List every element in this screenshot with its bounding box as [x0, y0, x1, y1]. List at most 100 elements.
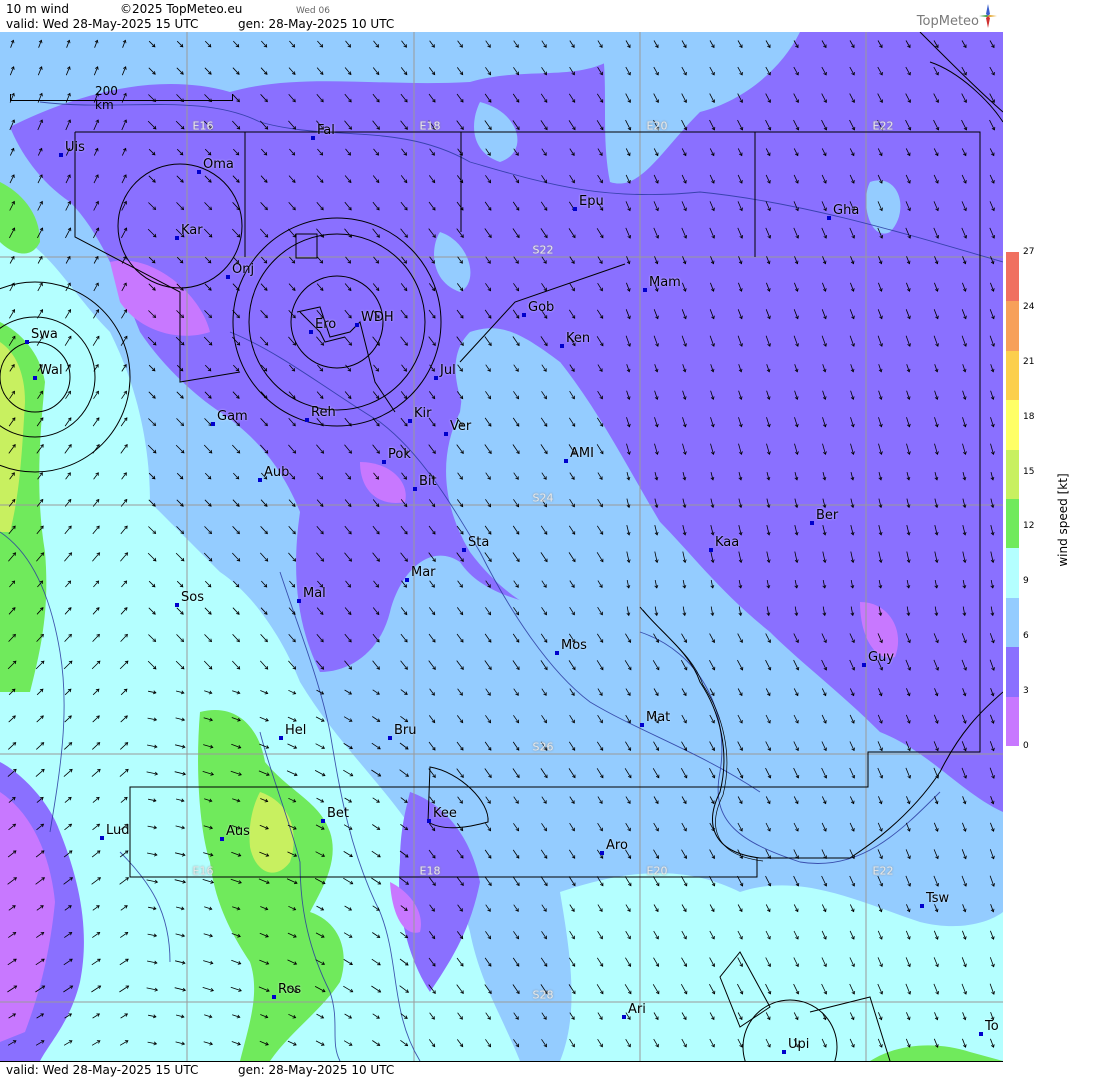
wind-map[interactable]: 200 km E16 E18 E20 E22 E16 E18 E20 E22 S22 S24 S26…: [0, 32, 1004, 1061]
color-bar-segment: [1006, 647, 1019, 698]
city-marker: [560, 344, 564, 348]
day-code: Wed 06: [296, 6, 330, 16]
city-label: Lud: [106, 823, 130, 838]
city-marker: [175, 603, 179, 607]
city-label: Jul: [440, 363, 456, 378]
city-marker: [434, 376, 438, 380]
city-label: Mos: [561, 638, 587, 653]
color-bar: [1006, 252, 1019, 747]
city-label: Pok: [388, 447, 411, 462]
city-label: Gam: [217, 409, 248, 424]
city-marker: [258, 478, 262, 482]
wind-speed-field: [0, 32, 1003, 1061]
color-bar-segment: [1006, 696, 1019, 747]
legend-title: wind speed [kt]: [1056, 473, 1070, 567]
compass-icon: [979, 4, 997, 28]
generated-time: gen: 28-May-2025 10 UTC: [238, 17, 395, 31]
city-marker: [920, 904, 924, 908]
city-label: Ros: [278, 982, 302, 997]
city-marker: [827, 216, 831, 220]
legend-tick-label: 9: [1023, 576, 1029, 587]
product-title: 10 m wind: [6, 2, 69, 16]
city-marker: [309, 330, 313, 334]
legend-tick-label: 21: [1023, 356, 1035, 367]
color-bar-segment: [1006, 400, 1019, 451]
longitude-label: E16: [192, 119, 214, 133]
city-marker: [622, 1015, 626, 1019]
city-label: Ver: [450, 419, 472, 434]
map-footer: valid: Wed 28-May-2025 15 UTC gen: 28-Ma…: [0, 1061, 1003, 1078]
city-label: Mat: [646, 710, 671, 725]
city-marker: [643, 288, 647, 292]
city-marker: [197, 170, 201, 174]
city-label: Guy: [868, 650, 895, 665]
city-marker: [640, 723, 644, 727]
color-bar-segment: [1006, 301, 1019, 352]
legend-tick-label: 3: [1023, 686, 1029, 697]
city-label: Bet: [327, 806, 350, 821]
copyright: ©2025 TopMeteo.eu: [120, 2, 243, 16]
color-bar-segment: [1006, 499, 1019, 549]
scale-label: 200 km: [95, 84, 118, 112]
latitude-label: S22: [532, 243, 554, 257]
city-marker: [321, 819, 325, 823]
longitude-label: E16: [192, 864, 214, 878]
city-label: Bit: [419, 474, 437, 489]
city-marker: [211, 422, 215, 426]
longitude-label: E22: [872, 864, 894, 878]
city-marker: [33, 376, 37, 380]
city-label: Fal: [317, 123, 335, 138]
city-label: Kaa: [715, 535, 740, 550]
city-label: Reh: [311, 405, 336, 420]
city-label: Kar: [181, 223, 203, 238]
city-marker: [297, 599, 301, 603]
city-marker: [175, 236, 179, 240]
longitude-label: E20: [646, 119, 668, 133]
valid-time: valid: Wed 28-May-2025 15 UTC: [6, 17, 199, 31]
city-marker: [444, 432, 448, 436]
footer-valid: valid: Wed 28-May-2025 15 UTC: [6, 1063, 199, 1077]
city-label: AMI: [570, 446, 594, 461]
city-marker: [522, 313, 526, 317]
city-label: Mal: [303, 586, 326, 601]
city-label: Ari: [628, 1002, 646, 1017]
wind-speed-legend: 27 24 21 18 15 12 9 6 3 0 wind speed [kt]: [1003, 0, 1095, 1077]
city-marker: [427, 819, 431, 823]
city-marker: [573, 207, 577, 211]
map-header: 10 m wind ©2025 TopMeteo.eu Wed 06 valid…: [0, 0, 1003, 32]
city-label: Epu: [579, 194, 604, 209]
city-marker: [462, 548, 466, 552]
longitude-label: E18: [419, 119, 441, 133]
city-label: Kee: [433, 806, 457, 821]
city-label: Uis: [65, 140, 85, 155]
city-marker: [220, 837, 224, 841]
legend-tick-label: 15: [1023, 466, 1035, 477]
legend-tick-label: 18: [1023, 411, 1035, 422]
footer-gen: gen: 28-May-2025 10 UTC: [238, 1063, 395, 1077]
city-marker: [405, 578, 409, 582]
city-marker: [408, 419, 412, 423]
longitude-label: E22: [872, 119, 894, 133]
city-marker: [388, 736, 392, 740]
city-label: Sta: [468, 535, 490, 550]
color-bar-segment: [1006, 252, 1019, 302]
city-marker: [413, 487, 417, 491]
city-label: Upi: [788, 1037, 810, 1052]
logo-text: TopMeteo: [916, 14, 979, 29]
city-label: Hel: [285, 723, 307, 738]
city-marker: [810, 521, 814, 525]
topmeteo-logo: TopMeteo: [907, 4, 997, 32]
city-marker: [862, 663, 866, 667]
city-label: Ber: [816, 508, 839, 523]
color-bar-segment: [1006, 548, 1019, 599]
legend-tick-label: 24: [1023, 301, 1035, 312]
city-marker: [100, 836, 104, 840]
city-marker: [382, 460, 386, 464]
city-label: Tsw: [926, 891, 950, 906]
city-label: Mar: [411, 565, 436, 580]
city-marker: [272, 995, 276, 999]
city-label: Ken: [566, 331, 591, 346]
city-label: Oma: [203, 157, 234, 172]
color-bar-segment: [1006, 350, 1019, 401]
city-marker: [305, 418, 309, 422]
